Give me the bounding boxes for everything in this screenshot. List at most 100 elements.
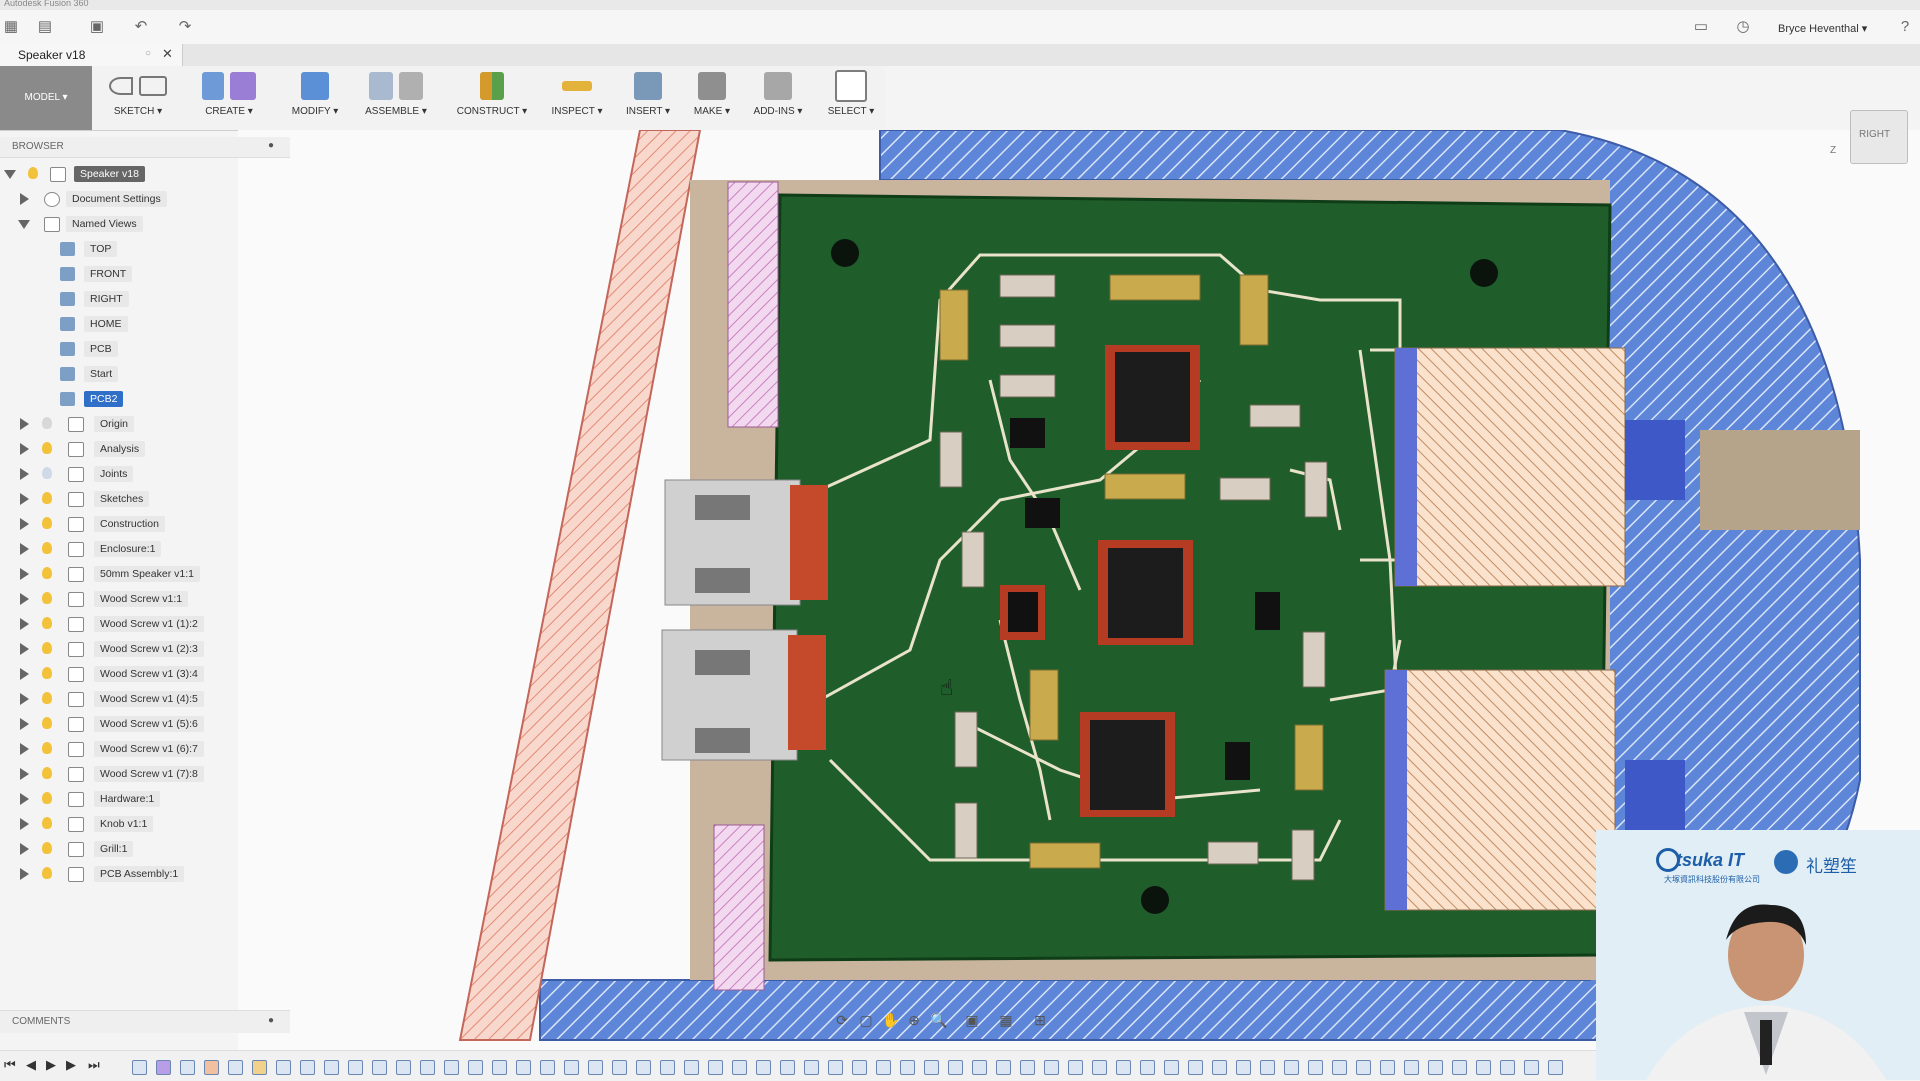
expand-icon[interactable] (20, 843, 29, 855)
visibility-bulb-icon[interactable] (42, 467, 52, 479)
timeline-feature-icon[interactable] (252, 1060, 267, 1075)
timeline-feature-icon[interactable] (1380, 1060, 1395, 1075)
grid-menu-icon[interactable]: ▦ (0, 18, 22, 36)
timeline-feature-icon[interactable] (660, 1060, 675, 1075)
expand-icon[interactable] (20, 868, 29, 880)
save-icon[interactable]: ▣ (86, 18, 108, 36)
timeline-feature-icon[interactable] (228, 1060, 243, 1075)
view-cube-face[interactable]: RIGHT (1859, 129, 1890, 140)
timeline-feature-icon[interactable] (204, 1060, 219, 1075)
pan-hand-icon[interactable]: ✋ (882, 1012, 899, 1028)
timeline-feature-icon[interactable] (300, 1060, 315, 1075)
timeline-feature-icon[interactable] (1428, 1060, 1443, 1075)
visibility-bulb-icon[interactable] (42, 617, 52, 629)
timeline-feature-icon[interactable] (804, 1060, 819, 1075)
visibility-bulb-icon[interactable] (42, 742, 52, 754)
expand-icon[interactable] (20, 468, 29, 480)
visibility-bulb-icon[interactable] (42, 642, 52, 654)
timeline-feature-icon[interactable] (540, 1060, 555, 1075)
visibility-bulb-icon[interactable] (42, 817, 52, 829)
timeline-feature-icon[interactable] (1116, 1060, 1131, 1075)
timeline-end-icon[interactable]: ⏭ (88, 1057, 100, 1073)
timeline-feature-icon[interactable] (1476, 1060, 1491, 1075)
timeline-feature-icon[interactable] (1524, 1060, 1539, 1075)
expand-icon[interactable] (20, 593, 29, 605)
timeline-feature-icon[interactable] (1236, 1060, 1251, 1075)
file-menu-icon[interactable]: ▤ (34, 18, 56, 36)
expand-icon[interactable] (20, 568, 29, 580)
timeline-feature-icon[interactable] (516, 1060, 531, 1075)
timeline-feature-icon[interactable] (972, 1060, 987, 1075)
expand-icon[interactable] (20, 643, 29, 655)
tab-close-icon[interactable]: ✕ (162, 46, 173, 62)
user-account-menu[interactable]: Bryce Heventhal ▾ (1778, 22, 1867, 35)
timeline-feature-icon[interactable] (1020, 1060, 1035, 1075)
modify-menu[interactable]: MODIFY ▾ (282, 66, 348, 130)
timeline-feature-icon[interactable] (732, 1060, 747, 1075)
history-clock-icon[interactable]: ◷ (1732, 18, 1754, 36)
visibility-bulb-icon[interactable] (42, 417, 52, 429)
visibility-bulb-icon[interactable] (42, 792, 52, 804)
sketch-menu[interactable]: SKETCH ▾ (100, 66, 176, 130)
timeline-feature-icon[interactable] (1500, 1060, 1515, 1075)
timeline-feature-icon[interactable] (1332, 1060, 1347, 1075)
help-icon[interactable]: ? (1894, 18, 1916, 36)
timeline-feature-icon[interactable] (1092, 1060, 1107, 1075)
inspect-menu[interactable]: INSPECT ▾ (544, 66, 610, 130)
expand-icon[interactable] (20, 493, 29, 505)
zoom-window-icon[interactable]: 🔍 (930, 1012, 947, 1028)
timeline-feature-icon[interactable] (1140, 1060, 1155, 1075)
timeline-feature-icon[interactable] (948, 1060, 963, 1075)
visibility-bulb-icon[interactable] (42, 517, 52, 529)
expand-icon[interactable] (20, 418, 29, 430)
timeline-feature-icon[interactable] (1260, 1060, 1275, 1075)
redo-icon[interactable]: ↷ (174, 18, 196, 36)
timeline-feature-icon[interactable] (924, 1060, 939, 1075)
expand-icon[interactable] (20, 193, 29, 205)
timeline-feature-icon[interactable] (588, 1060, 603, 1075)
make-menu[interactable]: MAKE ▾ (684, 66, 740, 130)
expand-icon[interactable] (20, 768, 29, 780)
timeline-feature-icon[interactable] (1284, 1060, 1299, 1075)
timeline-feature-icon[interactable] (684, 1060, 699, 1075)
expand-icon[interactable] (20, 668, 29, 680)
timeline-feature-icon[interactable] (636, 1060, 651, 1075)
timeline-feature-icon[interactable] (444, 1060, 459, 1075)
timeline-feature-icon[interactable] (276, 1060, 291, 1075)
timeline-start-icon[interactable]: ⏮ (4, 1057, 16, 1073)
visibility-bulb-icon[interactable] (42, 567, 52, 579)
visibility-bulb-icon[interactable] (42, 667, 52, 679)
timeline-feature-icon[interactable] (1356, 1060, 1371, 1075)
display-settings-icon[interactable]: ▣ (964, 1012, 980, 1028)
expand-icon[interactable] (20, 818, 29, 830)
viewports-icon[interactable]: ⊞ (1032, 1012, 1048, 1028)
timeline-feature-icon[interactable] (1044, 1060, 1059, 1075)
tab-speaker-v18[interactable]: Speaker v18 ○ ✕ (0, 44, 183, 66)
create-menu[interactable]: CREATE ▾ (186, 66, 272, 130)
timeline-feature-icon[interactable] (756, 1060, 771, 1075)
timeline-feature-icon[interactable] (828, 1060, 843, 1075)
timeline-feature-icon[interactable] (900, 1060, 915, 1075)
timeline-feature-icon[interactable] (876, 1060, 891, 1075)
look-at-icon[interactable]: ▢ (858, 1012, 874, 1028)
timeline-prev-icon[interactable]: ◀ (26, 1057, 36, 1073)
visibility-bulb-icon[interactable] (42, 717, 52, 729)
grid-settings-icon[interactable]: ▦ (998, 1012, 1014, 1028)
timeline-feature-icon[interactable] (1452, 1060, 1467, 1075)
timeline-feature-icon[interactable] (612, 1060, 627, 1075)
insert-menu[interactable]: INSERT ▾ (618, 66, 678, 130)
timeline-next-icon[interactable]: ▶ (66, 1057, 76, 1073)
collapse-icon[interactable] (4, 170, 16, 179)
timeline-feature-icon[interactable] (852, 1060, 867, 1075)
timeline-feature-icon[interactable] (1548, 1060, 1563, 1075)
assemble-menu[interactable]: ASSEMBLE ▾ (354, 66, 438, 130)
add-ins-menu[interactable]: ADD-INS ▾ (748, 66, 808, 130)
timeline-feature-icon[interactable] (180, 1060, 195, 1075)
timeline-feature-icon[interactable] (372, 1060, 387, 1075)
timeline-feature-icon[interactable] (492, 1060, 507, 1075)
comments-pin-icon[interactable]: ● (268, 1015, 274, 1026)
visibility-bulb-icon[interactable] (42, 442, 52, 454)
timeline-feature-icon[interactable] (1308, 1060, 1323, 1075)
timeline-feature-icon[interactable] (1164, 1060, 1179, 1075)
timeline-feature-icon[interactable] (708, 1060, 723, 1075)
